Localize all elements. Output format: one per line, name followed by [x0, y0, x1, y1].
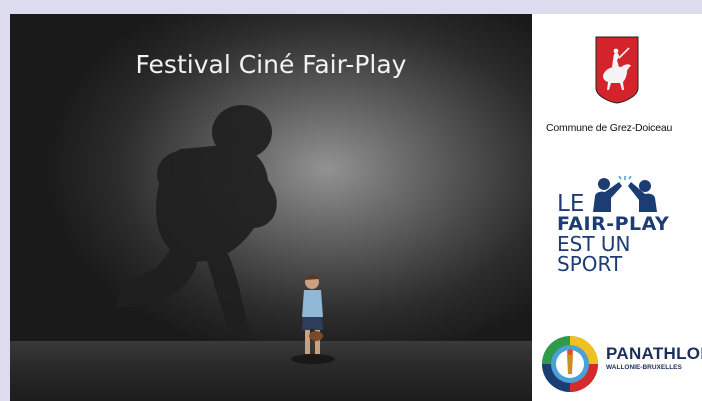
fairplay-line-2: FAIR-PLAY — [557, 213, 670, 235]
slide: Festival Ciné Fair-Play Commune de Grez-… — [10, 14, 702, 401]
festival-title: Festival Ciné Fair-Play — [135, 50, 407, 79]
panathlon-name: PANATHLON — [606, 344, 702, 363]
panathlon-subtitle: WALLONIE-BRUXELLES — [606, 364, 682, 371]
poster-photo: Festival Ciné Fair-Play — [10, 14, 532, 401]
fairplay-line-1: LE — [557, 191, 585, 217]
panathlon-emblem-icon — [542, 336, 598, 392]
fairplay-line-3: EST UN — [557, 232, 631, 256]
commune-name: Commune de Grez-Doiceau — [546, 122, 673, 134]
fairplay-line-4: SPORT — [557, 252, 623, 276]
sponsor-logos-panel: Commune de Grez-Doiceau LE FAIR-PLAY EST… — [532, 14, 702, 401]
knight-on-horse-crest-icon — [595, 36, 639, 104]
